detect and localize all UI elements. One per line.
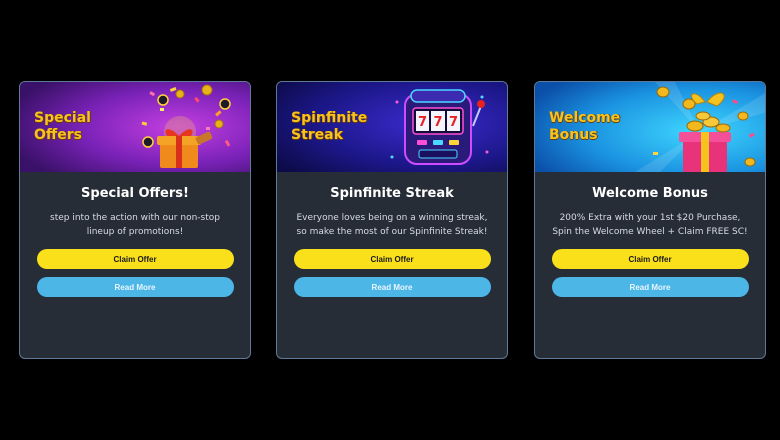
claim-offer-button[interactable]: Claim Offer	[551, 249, 749, 269]
read-more-button[interactable]: Read More	[551, 277, 749, 297]
offer-card-special-offers: Special Offers Special Offers! step into…	[19, 81, 251, 359]
card-body: Special Offers! step into the action wit…	[20, 186, 250, 297]
card-body: Spinfinite Streak Everyone loves being o…	[277, 186, 507, 297]
banner-title: Special Offers	[34, 110, 91, 143]
banner-title: Spinfinite Streak	[291, 110, 368, 143]
card-title: Spinfinite Streak	[330, 186, 454, 201]
svg-text:7: 7	[418, 115, 427, 130]
svg-text:7: 7	[449, 115, 458, 130]
claim-offer-button[interactable]: Claim Offer	[36, 249, 234, 269]
card-description: Everyone loves being on a winning streak…	[296, 213, 488, 237]
card-body: Welcome Bonus 200% Extra with your 1st $…	[535, 186, 765, 297]
card-description: step into the action with our non-stop l…	[50, 213, 220, 237]
claim-offer-button[interactable]: Claim Offer	[293, 249, 491, 269]
banner-title: Welcome Bonus	[549, 110, 621, 143]
banner-image: 7 7 7 Spinfinite Streak	[277, 82, 507, 172]
card-description: 200% Extra with your 1st $20 Purchase, S…	[552, 213, 748, 237]
read-more-button[interactable]: Read More	[36, 277, 234, 297]
offer-card-spinfinite-streak: 7 7 7 Spinfinite Streak Spinfinite Strea…	[276, 81, 508, 359]
card-title: Welcome Bonus	[592, 186, 708, 201]
banner-image: Special Offers	[20, 82, 250, 172]
card-title: Special Offers!	[81, 186, 189, 201]
offer-card-welcome-bonus: Welcome Bonus Welcome Bonus 200% Extra w…	[534, 81, 766, 359]
read-more-button[interactable]: Read More	[293, 277, 491, 297]
banner-image: Welcome Bonus	[535, 82, 765, 172]
svg-text:7: 7	[433, 115, 442, 130]
